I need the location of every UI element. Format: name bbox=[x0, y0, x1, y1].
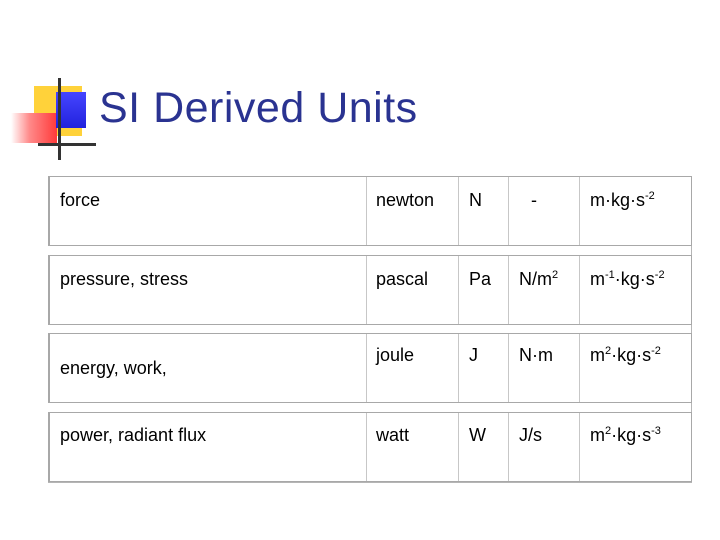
exponent: -2 bbox=[654, 269, 665, 281]
unit-name-text: joule bbox=[376, 345, 415, 365]
symbol-text: Pa bbox=[469, 269, 492, 289]
unit-fragment: m bbox=[590, 425, 605, 445]
base-units-text: m2·kg·s-3 bbox=[590, 425, 661, 446]
exponent: 2 bbox=[552, 269, 559, 281]
table-row: energy, work, joule J N·m m2·kg·s-2 bbox=[48, 333, 692, 403]
unit-fragment: m·kg·s bbox=[590, 190, 645, 210]
quantity-text: energy, work, bbox=[60, 358, 167, 378]
unit-fragment: m bbox=[590, 345, 605, 365]
table-row: pressure, stress pascal Pa N/m2 m-1·kg·s… bbox=[48, 255, 692, 325]
symbol-text: W bbox=[469, 425, 486, 445]
exponent: -3 bbox=[651, 425, 661, 437]
logo-vertical-line bbox=[58, 78, 61, 160]
unit-fragment: ·kg·s bbox=[611, 425, 652, 445]
symbol-text: J bbox=[469, 345, 478, 365]
unit-name-text: watt bbox=[376, 425, 410, 445]
other-units-text: - bbox=[531, 190, 537, 210]
table-row: power, radiant flux watt W J/s m2·kg·s-3 bbox=[48, 412, 692, 482]
quantity-text: power, radiant flux bbox=[60, 425, 207, 445]
slide-title: SI Derived Units bbox=[99, 84, 418, 132]
derived-units-table: force newton N - m·kg·s-2 pressure, stre… bbox=[48, 176, 692, 483]
unit-fragment: ·kg·s bbox=[614, 269, 655, 289]
exponent: -2 bbox=[645, 190, 655, 202]
logo-horizontal-line bbox=[38, 143, 96, 146]
table-row: force newton N - m·kg·s-2 bbox=[48, 176, 692, 246]
logo-red-gradient-bar bbox=[11, 113, 57, 143]
symbol-text: N bbox=[469, 190, 482, 210]
unit-fragment: N/m bbox=[519, 269, 552, 289]
quantity-text: pressure, stress bbox=[60, 269, 189, 289]
other-units-text: N·m bbox=[519, 345, 553, 365]
base-units-text: m2·kg·s-2 bbox=[590, 345, 661, 366]
other-units-text: N/m2 bbox=[519, 269, 558, 290]
base-units-text: m·kg·s-2 bbox=[590, 190, 655, 211]
unit-name-text: pascal bbox=[376, 269, 429, 289]
unit-fragment: ·kg·s bbox=[611, 345, 652, 365]
unit-fragment: m bbox=[590, 269, 605, 289]
exponent: -2 bbox=[651, 345, 661, 357]
other-units-text: J/s bbox=[519, 425, 543, 445]
exponent: -1 bbox=[605, 269, 615, 281]
base-units-text: m-1·kg·s-2 bbox=[590, 269, 665, 290]
quantity-text: force bbox=[60, 190, 101, 210]
unit-name-text: newton bbox=[376, 190, 435, 210]
slide-logo-decoration bbox=[0, 0, 110, 170]
